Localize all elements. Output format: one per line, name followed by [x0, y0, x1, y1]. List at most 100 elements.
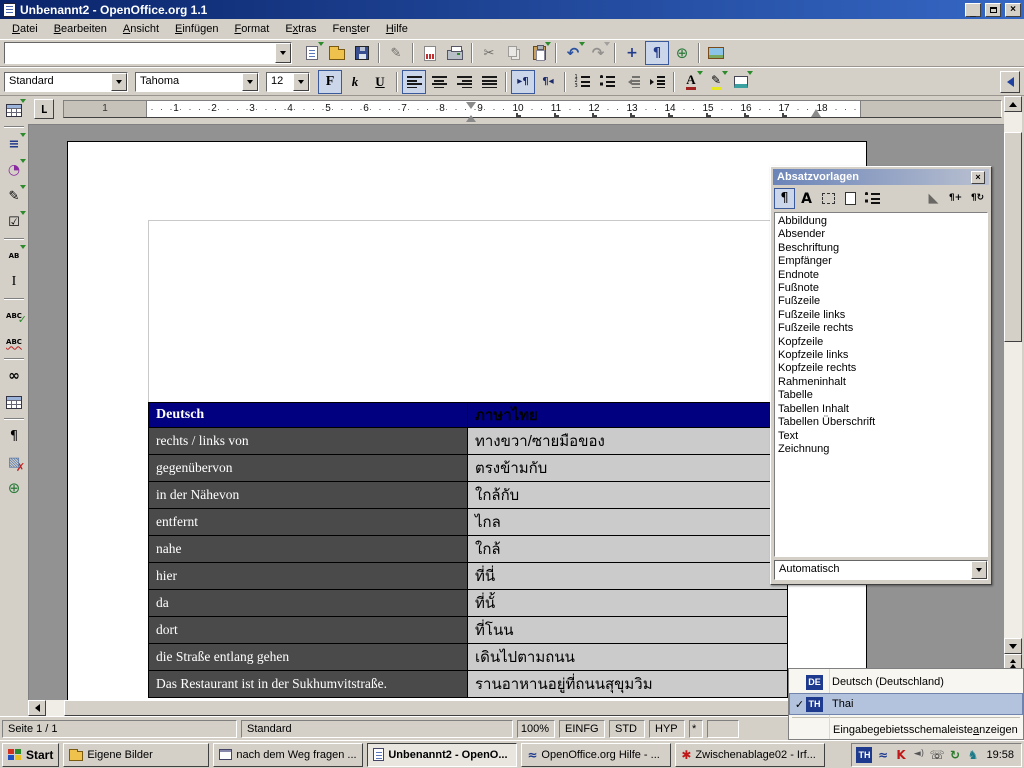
style-list-item[interactable]: Fußzeile rechts	[778, 322, 984, 335]
vocabulary-table[interactable]: Deutsch ภาษาไทย rechts / links von ทางขว…	[148, 402, 788, 698]
status-zoom[interactable]: 100%	[517, 720, 555, 738]
list-styles-button[interactable]	[862, 188, 883, 209]
bold-button[interactable]: F	[318, 70, 342, 94]
style-list-item[interactable]: Rahmeninhalt	[778, 376, 984, 389]
spellcheck-button[interactable]: ABC	[2, 304, 26, 328]
page-styles-button[interactable]	[840, 188, 861, 209]
table-header-thai[interactable]: ภาษาไทย	[468, 403, 787, 427]
copy-button[interactable]	[502, 41, 526, 65]
style-list-item[interactable]: Fußzeile links	[778, 309, 984, 322]
table-cell-german[interactable]: nahe	[149, 536, 468, 562]
font-combo-value[interactable]: Tahoma	[136, 73, 242, 91]
table-cell-german[interactable]: hier	[149, 563, 468, 589]
font-combo[interactable]: Tahoma	[135, 72, 259, 92]
menu-extras[interactable]: Extras	[277, 21, 324, 37]
table-cell-thai[interactable]: รานอาหานอยู่ที่ถนนสุขุมวิม	[468, 671, 787, 697]
draw-functions-button[interactable]: ✎	[2, 184, 26, 208]
style-list[interactable]: AbbildungAbsenderBeschriftungEmpfängerEn…	[774, 212, 988, 557]
style-combo-dropdown-button[interactable]	[111, 73, 127, 91]
ruler[interactable]: 1 123456789101112131415161718	[63, 100, 1002, 118]
menu-datei[interactable]: Datei	[4, 21, 46, 37]
new-document-button[interactable]	[300, 41, 324, 65]
increase-indent-button[interactable]	[645, 70, 669, 94]
style-list-item[interactable]: Empfänger	[778, 255, 984, 268]
insert-object-button[interactable]: ◔	[2, 158, 26, 182]
table-cell-german[interactable]: die Straße entlang gehen	[149, 644, 468, 670]
taskbar-button-unbenannt2[interactable]: Unbenannt2 - OpenO...	[367, 743, 517, 767]
table-row[interactable]: entfernt ไกล	[149, 509, 787, 536]
new-style-button[interactable]: ¶+	[945, 188, 966, 209]
navigator-button[interactable]: +	[620, 41, 644, 65]
table-cell-thai[interactable]: ใกล้	[468, 536, 787, 562]
language-indicator[interactable]: TH	[856, 747, 872, 763]
paragraph-styles-button[interactable]: ¶	[774, 188, 795, 209]
left-to-right-button[interactable]: ▸¶	[511, 70, 535, 94]
vertical-scrollbar-thumb[interactable]	[1004, 132, 1022, 342]
stylist-titlebar[interactable]: Absatzvorlagen ×	[773, 169, 989, 185]
style-list-item[interactable]: Absender	[778, 228, 984, 241]
italic-button[interactable]: k	[343, 70, 367, 94]
font-size-combo[interactable]: 12	[266, 72, 310, 92]
numbered-list-button[interactable]	[570, 70, 594, 94]
style-list-item[interactable]: Zeichnung	[778, 443, 984, 456]
menu-format[interactable]: Format	[226, 21, 277, 37]
fill-format-button[interactable]: ◣	[923, 188, 944, 209]
table-cell-german[interactable]: dort	[149, 617, 468, 643]
export-pdf-button[interactable]	[418, 41, 442, 65]
stylist-close-button[interactable]: ×	[971, 171, 985, 184]
vertical-scrollbar[interactable]	[1004, 96, 1022, 686]
table-cell-german[interactable]: Das Restaurant ist in der Sukhumvitstraß…	[149, 671, 468, 697]
table-cell-german[interactable]: rechts / links von	[149, 428, 468, 454]
autotext-button[interactable]: AB	[2, 244, 26, 268]
nonprinting-chars-button[interactable]: ¶	[2, 424, 26, 448]
stylist-panel[interactable]: Absatzvorlagen × ¶A ◣¶+¶↻ AbbildungAbsend…	[770, 166, 992, 585]
document-page[interactable]: Deutsch ภาษาไทย rechts / links von ทางขว…	[67, 141, 867, 700]
table-row[interactable]: die Straße entlang gehen เดินไปตามถนน	[149, 644, 787, 671]
style-list-item[interactable]: Text	[778, 430, 984, 443]
character-styles-button[interactable]: A	[796, 188, 817, 209]
cut-button[interactable]: ✂	[477, 41, 501, 65]
start-button[interactable]: Start	[2, 743, 59, 767]
right-to-left-button[interactable]: ¶◂	[536, 70, 560, 94]
align-left-button[interactable]	[402, 70, 426, 94]
style-list-item[interactable]: Tabellen Inhalt	[778, 403, 984, 416]
online-layout-button[interactable]: ⊕	[2, 476, 26, 500]
gallery-button[interactable]	[704, 41, 728, 65]
vertical-scrollbar-track[interactable]	[1004, 112, 1022, 638]
taskbar-clock[interactable]: 19:58	[983, 749, 1017, 761]
save-button[interactable]	[350, 41, 374, 65]
edit-file-button[interactable]: ✎	[384, 41, 408, 65]
table-row[interactable]: rechts / links von ทางขวา/ซายมือของ	[149, 428, 787, 455]
tab-type-selector[interactable]: L	[34, 99, 54, 119]
decrease-indent-button[interactable]	[620, 70, 644, 94]
scroll-down-button[interactable]	[1004, 638, 1022, 654]
updater-icon[interactable]: ↻	[947, 747, 962, 763]
style-combo[interactable]: Standard	[4, 72, 128, 92]
font-size-combo-dropdown-button[interactable]	[293, 73, 309, 91]
table-row[interactable]: hier ที่นี่	[149, 563, 787, 590]
font-color-button[interactable]: A	[679, 70, 703, 94]
stylist-button[interactable]: ¶	[645, 41, 669, 65]
close-button[interactable]: ×	[1005, 3, 1021, 17]
right-indent-marker[interactable]	[811, 104, 821, 117]
table-cell-german[interactable]: in der Nähevon	[149, 482, 468, 508]
taskbar-button-ooo-hilfe[interactable]: ≈ OpenOffice.org Hilfe - ...	[521, 743, 671, 767]
table-cell-thai[interactable]: ที่นี่	[468, 563, 787, 589]
style-list-item[interactable]: Kopfzeile rechts	[778, 362, 984, 375]
bullet-list-button[interactable]	[595, 70, 619, 94]
font-size-combo-value[interactable]: 12	[267, 73, 293, 91]
taskbar-button-weg-fragen[interactable]: nach dem Weg fragen ...	[213, 743, 363, 767]
align-right-button[interactable]	[452, 70, 476, 94]
update-style-button[interactable]: ¶↻	[967, 188, 988, 209]
menu-einfuegen[interactable]: Einfügen	[167, 21, 226, 37]
table-cell-german[interactable]: da	[149, 590, 468, 616]
insert-button[interactable]: ≡	[2, 132, 26, 156]
menu-item-thai[interactable]: ✓ TH Thai	[789, 693, 1023, 715]
style-list-item[interactable]: Tabellen Überschrift	[778, 416, 984, 429]
style-list-item[interactable]: Abbildung	[778, 215, 984, 228]
insert-table-button[interactable]	[2, 98, 26, 122]
status-page[interactable]: Seite 1 / 1	[2, 720, 237, 738]
antivirus-icon[interactable]: K	[893, 747, 908, 763]
style-list-item[interactable]: Fußzeile	[778, 295, 984, 308]
find-replace-button[interactable]: ∞	[2, 364, 26, 388]
